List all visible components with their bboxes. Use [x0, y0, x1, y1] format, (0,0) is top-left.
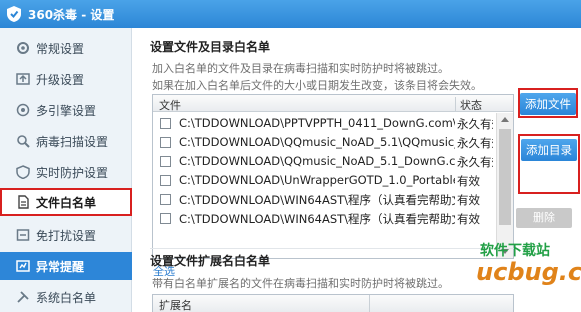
column-header-status: 状态 — [455, 97, 482, 112]
window-title: 360杀毒 - 设置 — [28, 8, 115, 22]
watermark-text: 软件下载站 — [480, 243, 550, 259]
row-status: 永久有效 — [457, 155, 493, 169]
table-header: 文件 状态 — [153, 95, 513, 112]
section-description: 加入白名单的文件及目录在病毒扫描和实时防护时将被跳过。 — [152, 62, 449, 75]
row-status: 永久有效 — [457, 136, 493, 150]
table-row[interactable]: C:\TDDOWNLOAD\UnWrapperGOTD_1.0_Portable… — [153, 171, 493, 190]
row-checkbox[interactable] — [160, 175, 171, 186]
scroll-thumb[interactable] — [499, 129, 511, 225]
column-header-extension: 扩展名 — [159, 299, 192, 312]
row-status: 有效 — [457, 212, 480, 226]
sidebar-item-label: 病毒扫描设置 — [36, 135, 109, 149]
table-row[interactable]: C:\TDDOWNLOAD\PPTVPPTH_0411_DownG.com\PP… — [153, 114, 493, 133]
sidebar-item-system-whitelist[interactable]: 系统白名单 — [0, 283, 132, 311]
table-row[interactable]: C:\TDDOWNLOAD\QQmusic_NoAD_5.1\QQmusic_N… — [153, 133, 493, 152]
row-status: 永久有效 — [457, 117, 493, 131]
row-path: C:\TDDOWNLOAD\PPTVPPTH_0411_DownG.com\PP… — [179, 116, 455, 130]
delete-button[interactable]: 删除 — [516, 208, 572, 228]
shield-logo-icon — [7, 6, 21, 22]
row-status: 有效 — [457, 193, 480, 207]
vertical-scrollbar[interactable] — [496, 113, 513, 258]
sidebar-item-do-not-disturb[interactable]: 免打扰设置 — [0, 221, 132, 249]
sidebar-item-multi-engine[interactable]: 多引擎设置 — [0, 96, 132, 124]
sidebar-item-label: 异常提醒 — [36, 260, 85, 274]
section-description: 如果在加入白名单后文件的大小或日期发生改变，该条目将会失效。 — [152, 79, 482, 92]
row-path: C:\TDDOWNLOAD\QQmusic_NoAD_5.1\QQmusic_N… — [179, 135, 455, 149]
add-directory-button[interactable]: 添加目录 — [521, 139, 577, 161]
file-whitelist-table: 文件 状态 C:\TDDOWNLOAD\PPTVPPTH_0411_DownG.… — [152, 94, 514, 259]
sidebar-item-realtime[interactable]: 实时防护设置 — [0, 158, 132, 186]
quiet-icon — [16, 229, 30, 241]
sidebar-item-label: 多引擎设置 — [36, 104, 97, 118]
gear-icon — [17, 42, 29, 54]
row-checkbox[interactable] — [160, 137, 171, 148]
title-bar: 360杀毒 - 设置 — [0, 0, 581, 28]
sidebar-item-label: 文件白名单 — [36, 196, 97, 210]
section-title-file-whitelist: 设置文件及目录白名单 — [150, 40, 271, 54]
engine-icon — [16, 103, 30, 117]
watermark-domain: ucbug.cc — [476, 258, 581, 286]
tools-icon — [17, 291, 29, 303]
row-path: C:\TDDOWNLOAD\WIN64AST\程序（认真看完帮助文件... — [179, 212, 455, 226]
row-checkbox[interactable] — [160, 213, 171, 224]
scroll-up-icon[interactable] — [501, 117, 509, 122]
sidebar-item-label: 升级设置 — [36, 73, 85, 87]
sidebar-item-label: 系统白名单 — [36, 291, 97, 305]
add-file-button[interactable]: 添加文件 — [520, 93, 576, 115]
sidebar-item-abnormal-alert[interactable]: 异常提醒 — [0, 252, 132, 280]
watermark-logo: 软件下载站 ucbug.cc — [472, 238, 581, 312]
scan-icon — [17, 135, 30, 148]
row-path: C:\TDDOWNLOAD\WIN64AST\程序（认真看完帮助文件... — [179, 193, 455, 207]
row-checkbox[interactable] — [160, 118, 171, 129]
sidebar-item-label: 常规设置 — [36, 42, 85, 56]
sidebar-item-label: 免打扰设置 — [36, 229, 97, 243]
shield-icon — [16, 165, 30, 179]
table-row[interactable]: C:\TDDOWNLOAD\QQmusic_NoAD_5.1_DownG.com… — [153, 152, 493, 171]
row-path: C:\TDDOWNLOAD\UnWrapperGOTD_1.0_Portable… — [179, 173, 455, 187]
sidebar-item-label: 实时防护设置 — [36, 166, 109, 180]
sidebar-item-virus-scan[interactable]: 病毒扫描设置 — [0, 127, 132, 155]
sidebar: 常规设置 升级设置 多引擎设置 病毒扫描设置 实时防护设置 文件白名单 免打扰设… — [0, 28, 132, 312]
file-icon — [18, 195, 29, 209]
table-row[interactable]: C:\TDDOWNLOAD\WIN64AST\程序（认真看完帮助文件... 有效 — [153, 209, 493, 228]
column-header-file: 文件 — [159, 99, 181, 112]
upgrade-icon — [16, 73, 30, 85]
sidebar-item-upgrade[interactable]: 升级设置 — [0, 65, 132, 93]
column-separator — [369, 295, 370, 312]
row-checkbox[interactable] — [160, 156, 171, 167]
sidebar-item-general[interactable]: 常规设置 — [0, 34, 132, 62]
sidebar-item-file-whitelist[interactable]: 文件白名单 — [0, 188, 132, 216]
section-description: 带有白名单扩展名的文件在病毒扫描和实时防护时将被跳过。 — [152, 277, 449, 290]
table-row[interactable]: C:\TDDOWNLOAD\WIN64AST\程序（认真看完帮助文件... 有效 — [153, 190, 493, 209]
row-path: C:\TDDOWNLOAD\QQmusic_NoAD_5.1_DownG.com… — [179, 154, 455, 168]
extension-table: 扩展名 — [152, 294, 514, 312]
alert-icon — [16, 260, 30, 272]
section-title-ext-whitelist: 设置文件扩展名白名单 — [150, 254, 271, 268]
row-status: 有效 — [457, 174, 480, 188]
row-checkbox[interactable] — [160, 194, 171, 205]
divider — [150, 248, 516, 249]
